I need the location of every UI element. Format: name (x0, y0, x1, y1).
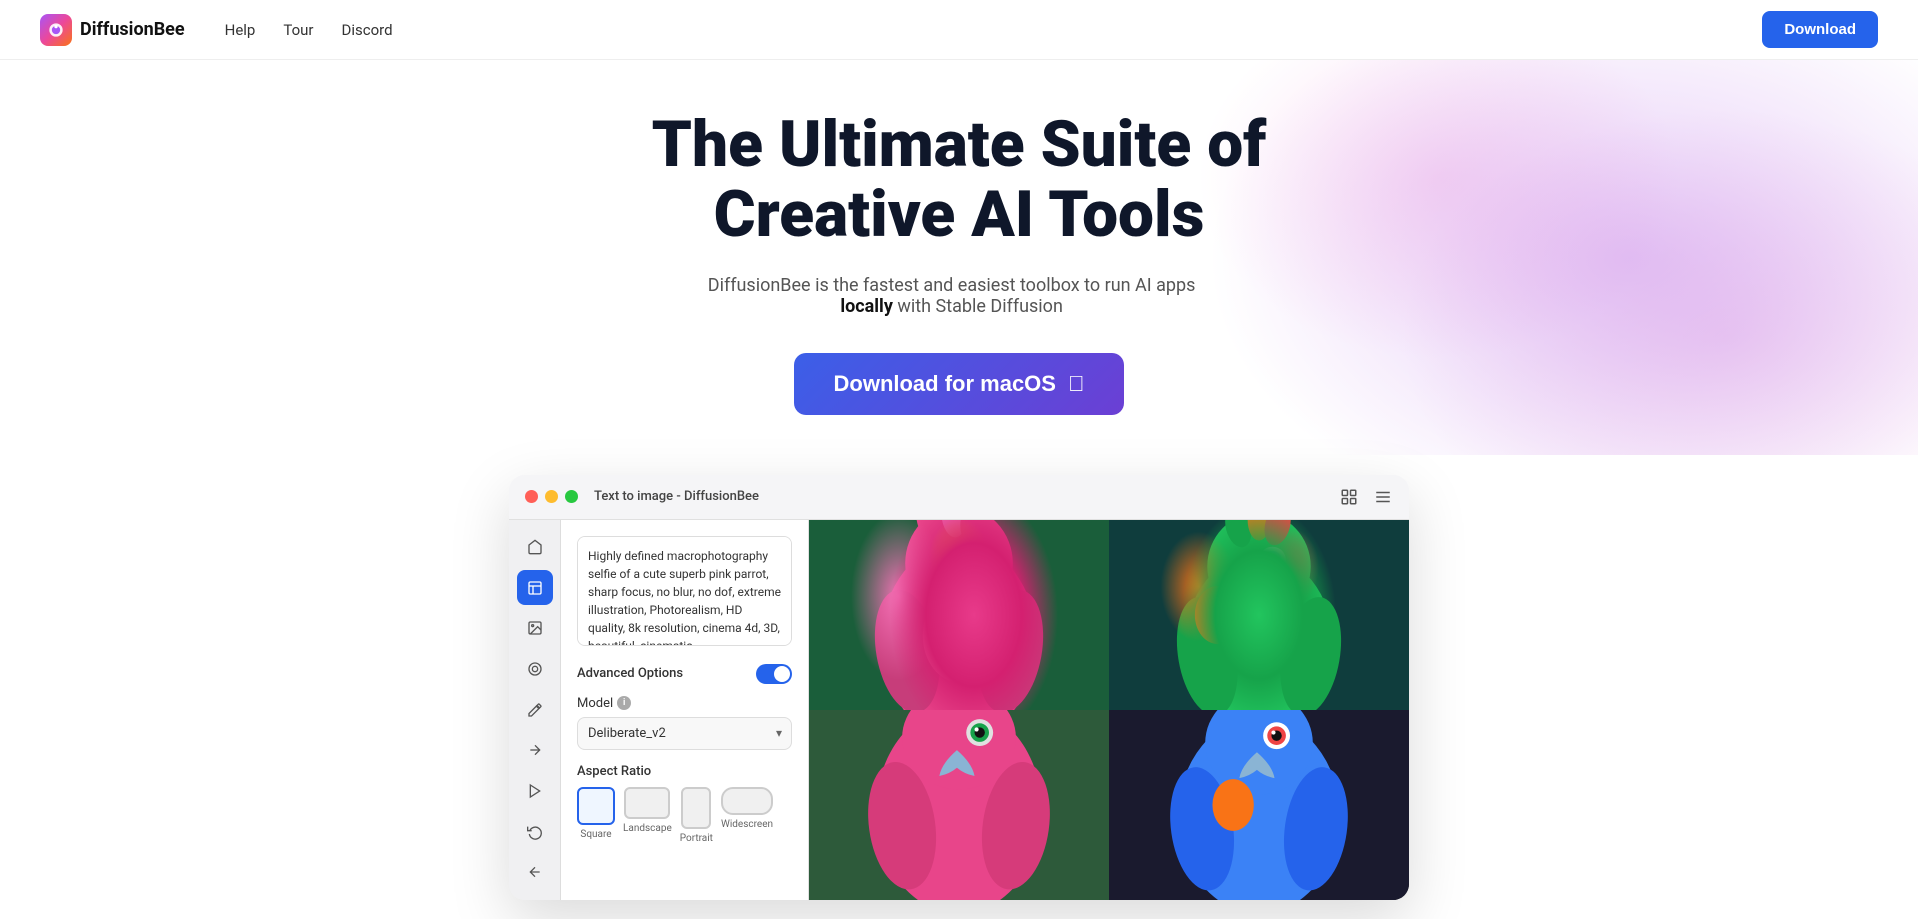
model-select[interactable]: Deliberate_v2 (577, 717, 792, 750)
sidebar-image-to-image-icon[interactable] (517, 611, 553, 646)
window-controls (525, 490, 578, 503)
hero-title: The Ultimate Suite of Creative AI Tools (652, 110, 1267, 251)
aspect-box-square (577, 787, 615, 825)
model-info-icon[interactable]: i (617, 696, 631, 710)
toolbar-history-icon[interactable] (1339, 487, 1359, 507)
nav-link-discord[interactable]: Discord (342, 21, 393, 39)
image-cell-parrot-pink (809, 520, 1109, 710)
toolbar-menu-icon[interactable] (1373, 487, 1393, 507)
sidebar-pencil-icon[interactable] (517, 733, 553, 768)
aspect-option-widescreen[interactable]: Widescreen (721, 787, 773, 844)
aspect-box-portrait (681, 787, 711, 829)
sidebar-inpainting-icon[interactable] (517, 652, 553, 687)
model-select-wrapper: Deliberate_v2 (577, 717, 792, 750)
aspect-options: Square Landscape Portrait Widescree (577, 787, 792, 844)
download-macos-label: Download for macOS (834, 371, 1056, 397)
sidebar-home-icon[interactable] (517, 530, 553, 565)
nav-links: Help Tour Discord (225, 21, 393, 39)
hero-content: The Ultimate Suite of Creative AI Tools … (652, 110, 1267, 415)
window-minimize-dot (545, 490, 558, 503)
aspect-box-widescreen (721, 787, 773, 815)
aspect-label-portrait: Portrait (680, 833, 713, 844)
aspect-label-widescreen: Widescreen (721, 819, 773, 830)
brand-logo (40, 14, 72, 46)
model-label: Model i (577, 696, 792, 711)
model-row: Model i Deliberate_v2 (577, 696, 792, 750)
window-title-text: Text to image - DiffusionBee (594, 489, 759, 504)
nav-download-button[interactable]: Download (1762, 11, 1878, 48)
brand: DiffusionBee (40, 14, 185, 46)
sidebar-brush-icon[interactable] (517, 692, 553, 727)
window-titlebar: Text to image - DiffusionBee (509, 475, 1409, 520)
brand-name-text: DiffusionBee (80, 19, 185, 40)
control-panel: Highly defined macrophotography selfie o… (561, 520, 809, 900)
app-sidebar (509, 520, 561, 900)
aspect-option-square[interactable]: Square (577, 787, 615, 844)
sidebar-settings-icon[interactable] (517, 855, 553, 890)
nav-link-tour[interactable]: Tour (283, 21, 313, 39)
sidebar-text-to-image-icon[interactable] (517, 570, 553, 605)
window-toolbar (1339, 487, 1393, 507)
window-body: Highly defined macrophotography selfie o… (509, 520, 1409, 900)
aspect-option-landscape[interactable]: Landscape (623, 787, 672, 844)
image-cell-parrot-green (1109, 520, 1409, 710)
app-window-wrapper: Text to image - DiffusionBee (0, 455, 1918, 900)
window-maximize-dot (565, 490, 578, 503)
hero-subtitle: DiffusionBee is the fastest and easiest … (652, 275, 1252, 317)
download-macos-button[interactable]: Download for macOS  (794, 353, 1125, 415)
image-cell-bottom-right (1109, 710, 1409, 900)
nav-link-help[interactable]: Help (225, 21, 256, 39)
app-window: Text to image - DiffusionBee (509, 475, 1409, 900)
advanced-options-row: Advanced Options (577, 664, 792, 684)
advanced-options-toggle[interactable] (756, 664, 792, 684)
aspect-ratio-label: Aspect Ratio (577, 764, 792, 779)
image-grid (809, 520, 1409, 900)
aspect-box-landscape (624, 787, 670, 819)
window-close-dot (525, 490, 538, 503)
aspect-label-square: Square (580, 829, 611, 840)
apple-icon:  (1068, 371, 1085, 397)
advanced-options-label: Advanced Options (577, 666, 683, 681)
sidebar-transform-icon[interactable] (517, 774, 553, 809)
aspect-option-portrait[interactable]: Portrait (680, 787, 713, 844)
navbar: DiffusionBee Help Tour Discord Download (0, 0, 1918, 60)
hero-section: The Ultimate Suite of Creative AI Tools … (0, 60, 1918, 455)
aspect-label-landscape: Landscape (623, 823, 672, 834)
sidebar-history-icon[interactable] (517, 814, 553, 849)
image-cell-bottom-left (809, 710, 1109, 900)
prompt-textarea[interactable]: Highly defined macrophotography selfie o… (577, 536, 792, 646)
aspect-ratio-section: Aspect Ratio Square Landscape Portrai (577, 764, 792, 844)
